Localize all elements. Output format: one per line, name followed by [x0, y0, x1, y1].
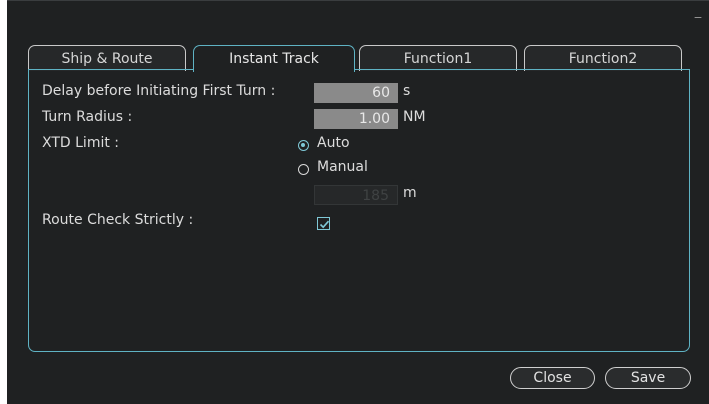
- tab-ship-route[interactable]: Ship & Route: [28, 45, 186, 71]
- tab-function2[interactable]: Function2: [524, 45, 682, 71]
- save-button[interactable]: Save: [605, 367, 691, 389]
- instant-track-panel: [28, 69, 690, 352]
- close-button[interactable]: Close: [510, 367, 595, 389]
- tab-instant-track[interactable]: Instant Track: [193, 45, 355, 72]
- tab-function1[interactable]: Function1: [359, 45, 517, 71]
- window-minimize-icon[interactable]: _: [689, 3, 707, 21]
